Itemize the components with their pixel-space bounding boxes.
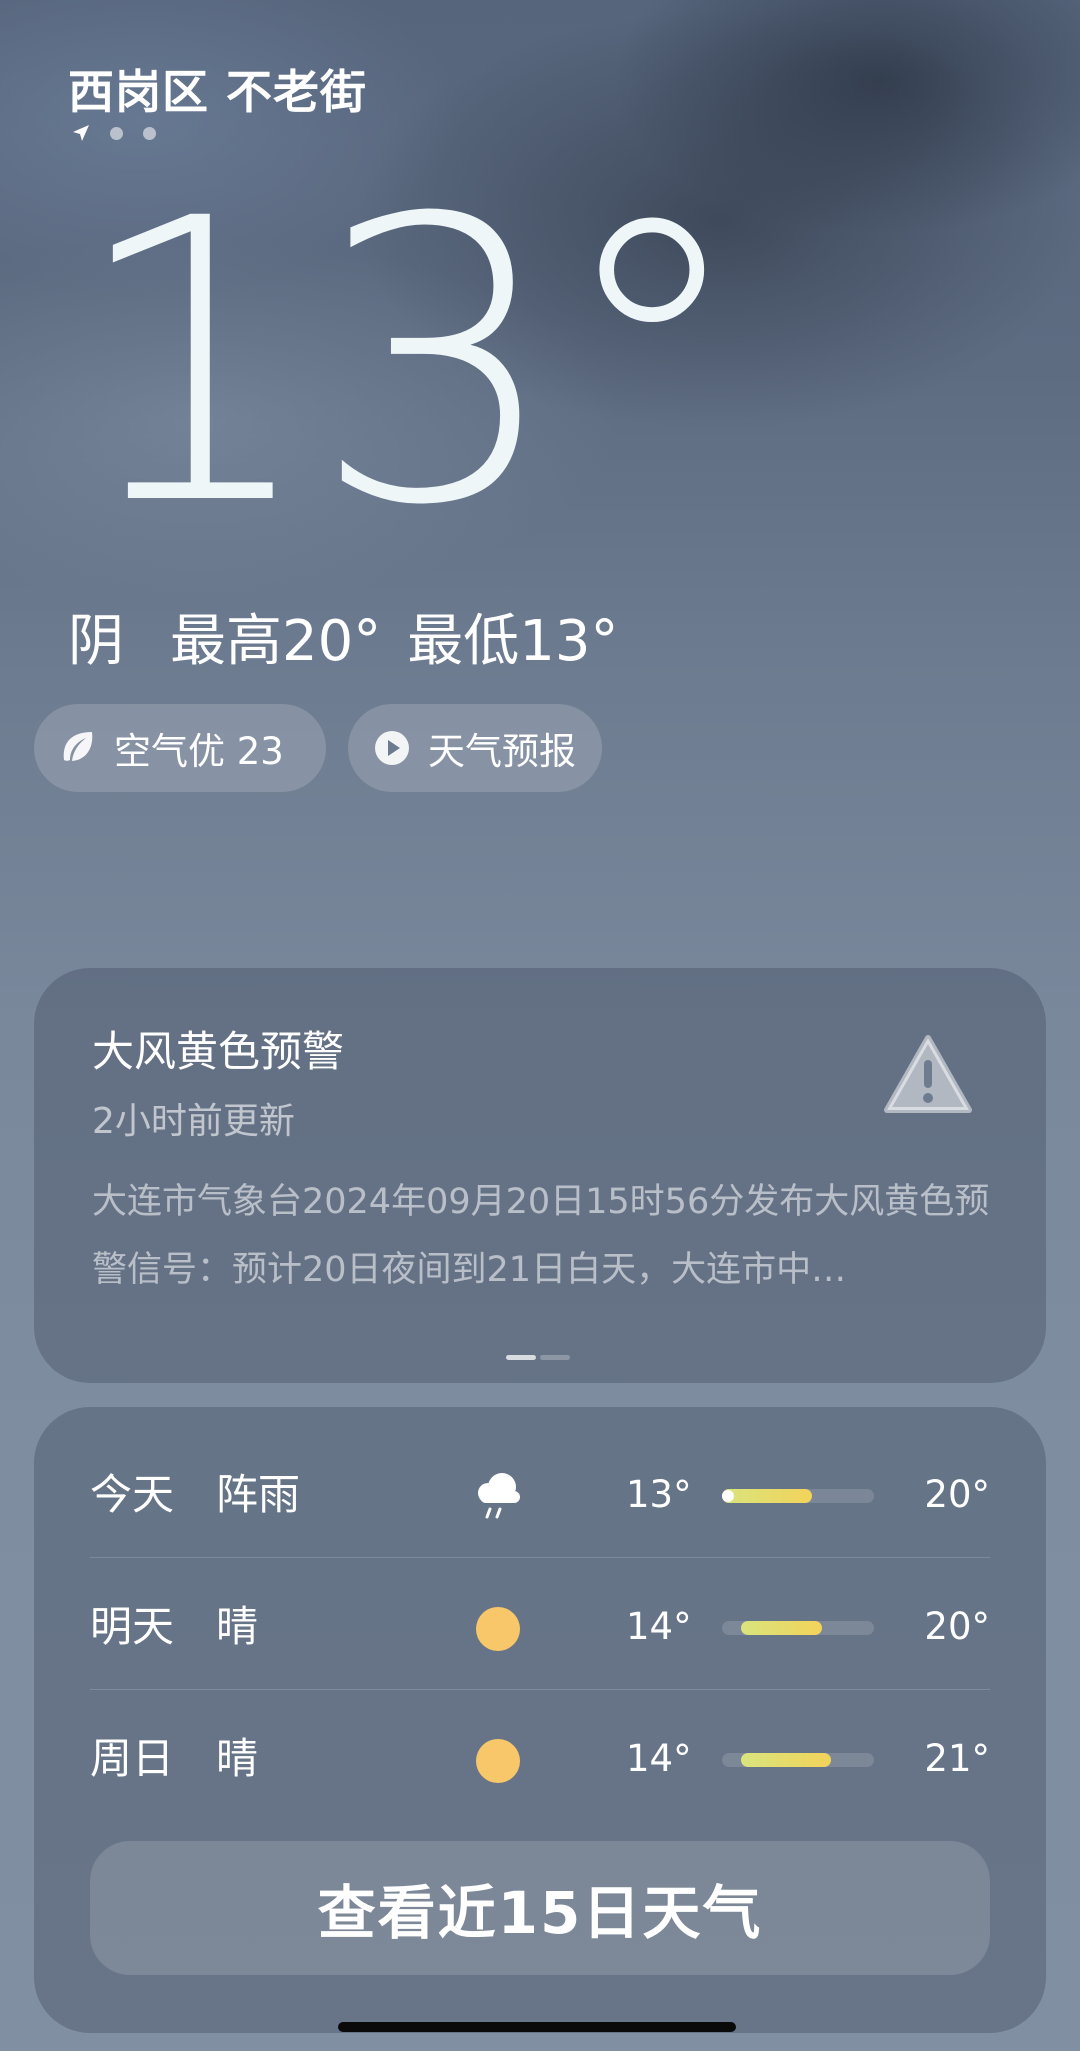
low-temperature: 最低13° bbox=[407, 609, 619, 674]
alert-updated-time: 2小时前更新 bbox=[92, 1101, 295, 1142]
forecast-row[interactable]: 周日 晴 14° 21° bbox=[90, 1693, 990, 1825]
forecast-row[interactable]: 今天 阵雨 13° 20° bbox=[90, 1429, 990, 1561]
forecast-condition: 晴 bbox=[216, 1602, 259, 1651]
sun-icon bbox=[476, 1607, 520, 1651]
forecast-high: 21° bbox=[924, 1737, 990, 1780]
alert-title: 大风黄色预警 bbox=[92, 1027, 345, 1076]
warning-triangle-icon bbox=[884, 1035, 972, 1113]
forecast-condition: 阵雨 bbox=[216, 1470, 301, 1519]
cloud-rain-icon bbox=[478, 1473, 520, 1519]
alert-pager-inactive bbox=[540, 1355, 570, 1360]
current-temperature-marker bbox=[722, 1490, 734, 1502]
daily-forecast-card: 今天 阵雨 13° 20° 明天 晴 14° 20° 周日 晴 14° 21° … bbox=[34, 1407, 1046, 2033]
home-indicator[interactable] bbox=[338, 2022, 736, 2032]
row-divider bbox=[90, 1689, 990, 1690]
row-divider bbox=[90, 1557, 990, 1558]
alert-body: 大连市气象台2024年09月20日15时56分发布大风黄色预警信号：预计20日夜… bbox=[92, 1182, 990, 1290]
weather-alert-card[interactable]: 大风黄色预警 2小时前更新 大连市气象台2024年09月20日15时56分发布大… bbox=[34, 968, 1046, 1383]
weather-forecast-label: 天气预报 bbox=[428, 730, 576, 773]
view-15-day-forecast-button[interactable]: 查看近15日天气 bbox=[90, 1841, 990, 1975]
forecast-high: 20° bbox=[924, 1473, 990, 1516]
high-low: 最高20° 最低13° bbox=[170, 596, 619, 677]
forecast-day: 周日 bbox=[90, 1734, 175, 1783]
leaf-icon bbox=[56, 726, 100, 770]
weather-forecast-video-button[interactable]: 天气预报 bbox=[348, 704, 602, 792]
forecast-row[interactable]: 明天 晴 14° 20° bbox=[90, 1561, 990, 1693]
forecast-high: 20° bbox=[924, 1605, 990, 1648]
high-temperature: 最高20° bbox=[170, 609, 382, 674]
current-temperature: 13° bbox=[70, 136, 749, 590]
air-quality-label: 空气优 23 bbox=[114, 730, 284, 773]
alert-pager bbox=[506, 1355, 570, 1360]
air-quality-button[interactable]: 空气优 23 bbox=[34, 704, 326, 792]
current-summary: 阴 最高20° 最低13° bbox=[68, 596, 619, 677]
temperature-range-bar bbox=[722, 1621, 874, 1635]
forecast-low: 14° bbox=[626, 1605, 692, 1648]
forecast-condition: 晴 bbox=[216, 1734, 259, 1783]
forecast-day: 今天 bbox=[90, 1470, 175, 1519]
temperature-range-fill bbox=[741, 1753, 831, 1767]
temperature-range-bar bbox=[722, 1489, 874, 1503]
sun-icon bbox=[476, 1739, 520, 1783]
forecast-day: 明天 bbox=[90, 1602, 175, 1651]
location-title[interactable]: 西岗区 不老街 bbox=[68, 56, 367, 122]
temperature-range-fill bbox=[741, 1621, 823, 1635]
play-icon bbox=[370, 726, 414, 770]
alert-pager-active bbox=[506, 1355, 536, 1360]
forecast-low: 13° bbox=[626, 1473, 692, 1516]
forecast-low: 14° bbox=[626, 1737, 692, 1780]
temperature-range-fill bbox=[722, 1489, 812, 1503]
current-condition: 阴 bbox=[68, 609, 124, 674]
temperature-range-bar bbox=[722, 1753, 874, 1767]
